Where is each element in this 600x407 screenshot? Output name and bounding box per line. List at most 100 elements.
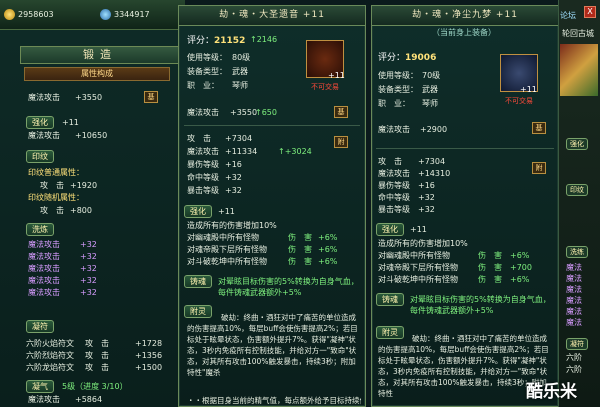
item2-stat-val: +14310 <box>418 169 451 178</box>
item1-magic-delta-val: 650 <box>261 108 277 117</box>
item1-enh-row: 对幽魂殿中所有怪物 <box>187 233 259 242</box>
item1-stat-label: 命中等级 <box>187 173 219 182</box>
rune-row-stat: 攻 击 <box>85 339 109 348</box>
seal-common-label: 印纹普通属性： <box>28 168 84 177</box>
item2-enh-row: 对魂帝殿下层所有怪物 <box>378 263 458 272</box>
up-arrow-icon: ↑ <box>255 108 262 117</box>
item1-enh-stat: 伤 害 <box>288 245 312 254</box>
item2-item-level: +11 <box>520 85 537 94</box>
side-rune-row: 六阶 <box>566 353 582 362</box>
item2-score-value: 19006 <box>405 53 437 63</box>
item1-enh-stat: 伤 害 <box>288 257 312 266</box>
item2-enh-stat: 伤 害 <box>478 275 502 284</box>
watermark-logo: 酷乐米 <box>526 382 577 402</box>
item2-job-label: 职 业： <box>378 99 410 108</box>
item1-stat-label: 暴击等级 <box>187 186 219 195</box>
item1-attach-button[interactable]: 附 <box>334 136 348 148</box>
item2-magic-label: 魔法攻击 <box>378 125 410 134</box>
wash-row: 魔法攻击 <box>28 240 60 249</box>
wash-row-val: +32 <box>80 240 97 249</box>
item2-enh-val: +6% <box>510 275 530 284</box>
item2-base-button[interactable]: 基 <box>532 122 546 134</box>
side-wash-tag[interactable]: 洗练 <box>566 246 588 258</box>
up-arrow-icon: ↑ <box>250 35 257 44</box>
item1-cast-text: 对晕眩目标伤害的5%转换为自身气血，每件铸魂武器额外+5% <box>218 277 359 297</box>
side-rune-tag[interactable]: 凝符 <box>566 338 588 350</box>
item2-enh-val: +6% <box>510 251 530 260</box>
side-enhance-tag[interactable]: 强化 <box>566 138 588 150</box>
item2-enh-stat: 伤 害 <box>478 263 502 272</box>
side-wash-row: 魔法 <box>566 274 582 283</box>
side-seal-tag[interactable]: 印纹 <box>566 184 588 196</box>
item2-stat-label: 魔法攻击 <box>378 169 410 178</box>
wash-row: 魔法攻击 <box>28 276 60 285</box>
item1-stat-delta: ↑+3024 <box>278 146 312 157</box>
item2-enh-line: 造成所有的伤害增加10% <box>378 239 468 248</box>
item2-enh-row: 对幽魂殿中所有怪物 <box>378 251 450 260</box>
item1-enhance-val: +11 <box>218 207 235 216</box>
forge-magic-attack-label: 魔法攻击 <box>28 93 60 102</box>
item1-stat-label: 暴伤等级 <box>187 160 219 169</box>
seal-attack-label: 攻 击 <box>40 181 64 190</box>
forum-link[interactable]: 论坛 <box>560 10 576 21</box>
forge-title: 锻造 <box>20 46 180 64</box>
close-icon[interactable]: X <box>584 6 596 18</box>
item2-stat-val: +7304 <box>418 157 446 166</box>
side-wash-row: 魔法 <box>566 307 582 316</box>
item1-cast-tag[interactable]: 铸魂 <box>184 275 212 288</box>
wash-row-val: +32 <box>80 252 97 261</box>
item2-enhance-val: +11 <box>410 225 427 234</box>
gold-amount: 2958603 <box>18 10 54 19</box>
item2-type: 武器 <box>422 85 438 94</box>
forge-wash-tag[interactable]: 洗炼 <box>26 223 54 236</box>
item2-untradeable: 不可交易 <box>505 97 533 105</box>
item1-stat-delta-val: +3024 <box>284 147 312 156</box>
divider <box>184 125 360 126</box>
item1-enh-stat: 伤 害 <box>288 233 312 242</box>
item1-type: 武器 <box>232 67 248 76</box>
resource-bar: 2958603 3344917 <box>0 0 185 30</box>
forge-magic-attack-val: +3550 <box>75 93 103 102</box>
item1-stat-val: +16 <box>225 160 242 169</box>
item1-base-button[interactable]: 基 <box>334 106 348 118</box>
item1-enh-val: +6% <box>318 233 338 242</box>
gem-resource: 3344917 <box>100 8 150 22</box>
forge-cond-tag[interactable]: 凝气 <box>26 380 54 393</box>
item1-spirit-text: 破劫：终曲・酒狂对中了痛苦的单位造成的伤害提高10%，每层buff会使伤害提高2… <box>187 313 358 377</box>
item2-type-label: 装备类型： <box>378 85 418 94</box>
cond-text: 5级（进度 3/10） <box>62 382 128 391</box>
item1-stat-val: +32 <box>225 186 242 195</box>
wash-row-val: +32 <box>80 264 97 273</box>
item1-score-delta: ↑2146 <box>250 34 277 45</box>
item1-stat-val: +32 <box>225 173 242 182</box>
seal-random-label: 印纹随机属性： <box>28 193 84 202</box>
item1-item-level: +11 <box>328 71 345 80</box>
cond-attack-label: 魔法攻击 <box>28 395 60 404</box>
item2-enhance-tag[interactable]: 强化 <box>376 223 404 236</box>
base-button[interactable]: 基 <box>144 91 158 103</box>
item1-enhance-tag[interactable]: 强化 <box>184 205 212 218</box>
rune-row-val: +1356 <box>135 351 163 360</box>
item1-type-label: 装备类型： <box>187 67 227 76</box>
item1-score-value: 21152 <box>214 36 246 46</box>
item2-cast-tag[interactable]: 铸魂 <box>376 293 404 306</box>
item1-magic-label: 魔法攻击 <box>187 108 219 117</box>
item2-stat-label: 暴击等级 <box>378 205 410 214</box>
gold-coin-icon <box>4 9 15 20</box>
forge-seal-tag[interactable]: 印纹 <box>26 150 54 163</box>
item1-score: 评分：21152 <box>187 33 245 46</box>
seal-random-attack-label: 攻 击 <box>40 206 64 215</box>
item1-title: 劫・魂・大圣遗音 +11 <box>179 6 365 26</box>
divider <box>376 148 554 149</box>
item2-attach-button[interactable]: 附 <box>532 162 546 174</box>
item1-score-label: 评分： <box>187 36 215 46</box>
item2-level: 70级 <box>422 71 441 80</box>
forge-rune-tag[interactable]: 凝符 <box>26 320 54 333</box>
rune-row-stat: 攻 击 <box>85 363 109 372</box>
gold-resource: 2958603 <box>4 8 54 22</box>
item2-stat-label: 攻 击 <box>378 157 402 166</box>
item1-magic-delta: ↑650 <box>255 107 277 118</box>
side-rune-row: 六阶 <box>566 365 582 374</box>
seal-attack-val: +1920 <box>70 181 98 190</box>
forge-enhance-tag[interactable]: 强化 <box>26 116 54 129</box>
